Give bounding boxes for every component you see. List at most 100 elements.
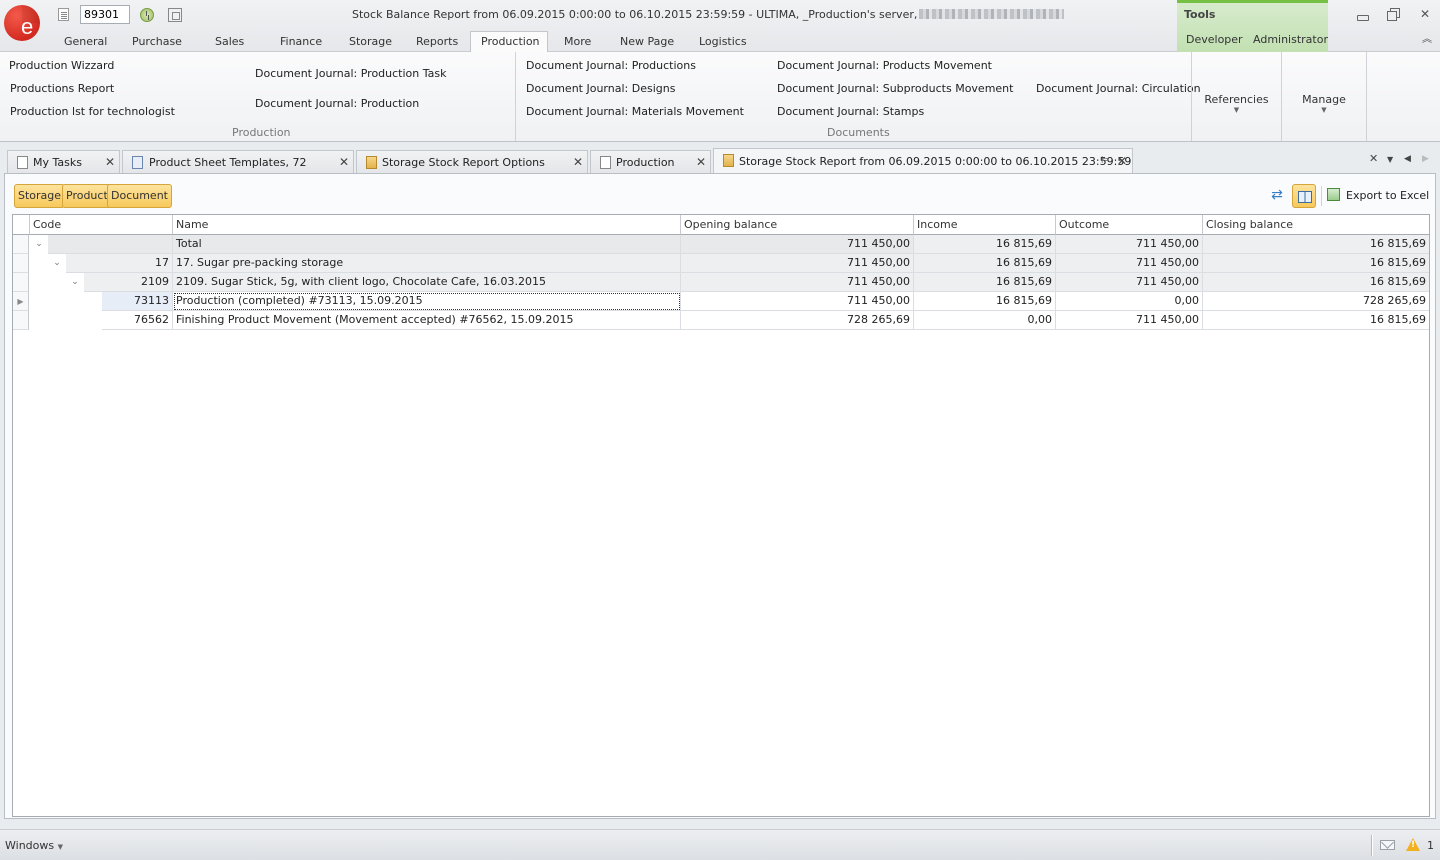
tab-storage-stock-report-options[interactable]: Storage Stock Report Options ✕ [356,150,588,174]
collapse-icon[interactable]: ⌄ [66,273,84,292]
ribbon-tab-logistics[interactable]: Logistics [689,33,757,52]
outcome-cell: 711 450,00 [1056,311,1203,330]
row-indicator[interactable] [13,273,29,292]
journal-circulation-link[interactable]: Document Journal: Circulation [1036,82,1201,95]
windows-label: Windows [5,839,55,852]
production-list-technologist-link[interactable]: Production lst for technologist [10,105,175,118]
refresh-icon[interactable]: ⇄ [1269,187,1285,203]
collapse-icon[interactable]: ⌄ [30,235,48,254]
ribbon-tab-reports[interactable]: Reports [406,33,468,52]
journal-materials-movement-link[interactable]: Document Journal: Materials Movement [526,105,744,118]
name-cell: 17. Sugar pre-packing storage [173,254,681,273]
column-header-income[interactable]: Income [914,215,1056,235]
scroll-tabs-right-icon[interactable]: ▶ [1422,154,1429,164]
ribbon-tab-developer[interactable]: Developer [1186,33,1243,46]
journal-products-movement-link[interactable]: Document Journal: Products Movement [777,59,992,72]
closing-balance-cell: 16 815,69 [1203,235,1429,254]
close-all-tabs-icon[interactable]: ✕ [1369,152,1378,165]
ribbon-tab-sales[interactable]: Sales [205,33,254,52]
status-separator [1371,835,1372,856]
opening-balance-cell: 711 450,00 [681,273,914,292]
column-header-name[interactable]: Name [173,215,681,235]
report-clipboard-icon [723,154,734,167]
close-tab-icon[interactable]: ✕ [696,155,706,169]
close-tab-icon[interactable]: ✕ [1117,154,1127,168]
tab-label: Storage Stock Report from 06.09.2015 0:0… [739,155,1132,168]
outcome-cell: 711 450,00 [1056,235,1203,254]
warning-icon[interactable] [1406,838,1420,851]
tab-production[interactable]: Production ✕ [590,150,711,174]
row-indicator[interactable] [13,311,29,330]
journal-stamps-link[interactable]: Document Journal: Stamps [777,105,924,118]
column-header-opening-balance[interactable]: Opening balance [681,215,914,235]
outcome-cell: 711 450,00 [1056,273,1203,292]
table-row-document[interactable]: 76562 Finishing Product Movement (Moveme… [13,311,1429,330]
productions-report-link[interactable]: Productions Report [10,82,114,95]
ribbon-tab-purchase[interactable]: Purchase [122,33,192,52]
table-row-total[interactable]: ⌄ Total 711 450,00 16 815,69 711 450,00 … [13,235,1429,254]
tab-product-sheet-templates[interactable]: Product Sheet Templates, 72 ✕ [122,150,354,174]
export-to-excel-button[interactable]: Export to Excel [1327,185,1429,207]
close-tab-icon[interactable]: ✕ [573,155,583,169]
close-tab-icon[interactable]: ✕ [105,155,115,169]
journal-production-link[interactable]: Document Journal: Production [255,97,419,110]
layout-toggle-button[interactable] [1292,184,1316,208]
table-row-product[interactable]: ⌄ 2109 2109. Sugar Stick, 5g, with clien… [13,273,1429,292]
row-indicator[interactable] [13,254,29,273]
tab-storage-stock-report[interactable]: Storage Stock Report from 06.09.2015 0:0… [713,148,1133,174]
name-cell[interactable]: Production (completed) #73113, 15.09.201… [173,292,681,311]
window-icon[interactable] [168,8,182,22]
ribbon-tab-new-page[interactable]: New Page [610,33,684,52]
journal-production-task-link[interactable]: Document Journal: Production Task [255,67,447,80]
document-number-input[interactable] [80,5,130,24]
ribbon-tab-general[interactable]: General [54,33,117,52]
outcome-cell: 711 450,00 [1056,254,1203,273]
scroll-tabs-left-icon[interactable]: ◀ [1404,154,1411,164]
pin-icon[interactable]: ⊨ [1101,155,1110,166]
manage-button[interactable]: Manage ▼ [1282,52,1366,141]
tools-context-group: Tools Developer Administrator [1177,0,1328,52]
ribbon-tab-finance[interactable]: Finance [270,33,332,52]
name-cell: Finishing Product Movement (Movement acc… [173,311,681,330]
close-tab-icon[interactable]: ✕ [339,155,349,169]
referencies-label: Referencies [1204,93,1269,106]
table-row-document[interactable]: ▶ 73113 Production (completed) #73113, 1… [13,292,1429,311]
collapse-icon[interactable]: ⌄ [48,254,66,273]
clock-icon[interactable] [140,8,154,22]
document-tabs: My Tasks ✕ Product Sheet Templates, 72 ✕… [0,146,1440,174]
column-header-outcome[interactable]: Outcome [1056,215,1203,235]
opening-balance-cell: 728 265,69 [681,311,914,330]
ribbon-tab-more[interactable]: More [554,33,601,52]
production-wizard-link[interactable]: Production Wizzard [9,59,114,72]
table-row-storage[interactable]: ⌄ 17 17. Sugar pre-packing storage 711 4… [13,254,1429,273]
journal-productions-link[interactable]: Document Journal: Productions [526,59,696,72]
name-cell: Total [173,235,681,254]
row-indicator[interactable] [13,235,29,254]
ribbon-tab-storage[interactable]: Storage [339,33,402,52]
journal-subproducts-movement-link[interactable]: Document Journal: Subproducts Movement [777,82,1013,95]
tab-list-dropdown-icon[interactable]: ▼ [1387,155,1393,164]
restore-button[interactable] [1385,6,1401,22]
row-indicator-current[interactable]: ▶ [13,292,29,311]
minimize-button[interactable] [1354,6,1370,22]
ribbon-tab-administrator[interactable]: Administrator [1253,33,1328,46]
report-panel: Storage Product Document ⇄ Export to Exc… [4,173,1436,819]
ribbon-tab-production[interactable]: Production [470,31,548,52]
tab-label: Production [616,156,675,169]
document-icon[interactable] [58,8,69,21]
referencies-button[interactable]: Referencies ▼ [1192,52,1281,141]
journal-designs-link[interactable]: Document Journal: Designs [526,82,675,95]
group-by-product-button[interactable]: Product [62,184,112,208]
tools-context-label: Tools [1184,8,1216,21]
app-logo[interactable]: e [4,5,40,41]
tab-my-tasks[interactable]: My Tasks ✕ [7,150,120,174]
windows-menu-button[interactable]: Windows ▼ [5,839,63,852]
mail-icon[interactable] [1380,840,1395,850]
ribbon-collapse-icon[interactable]: ︽ [1421,34,1433,46]
export-label: Export to Excel [1346,189,1430,202]
column-header-code[interactable]: Code [30,215,173,235]
group-by-storage-button[interactable]: Storage [14,184,66,208]
group-by-document-button[interactable]: Document [107,184,172,208]
close-window-button[interactable]: ✕ [1417,6,1433,22]
column-header-closing-balance[interactable]: Closing balance [1203,215,1429,235]
